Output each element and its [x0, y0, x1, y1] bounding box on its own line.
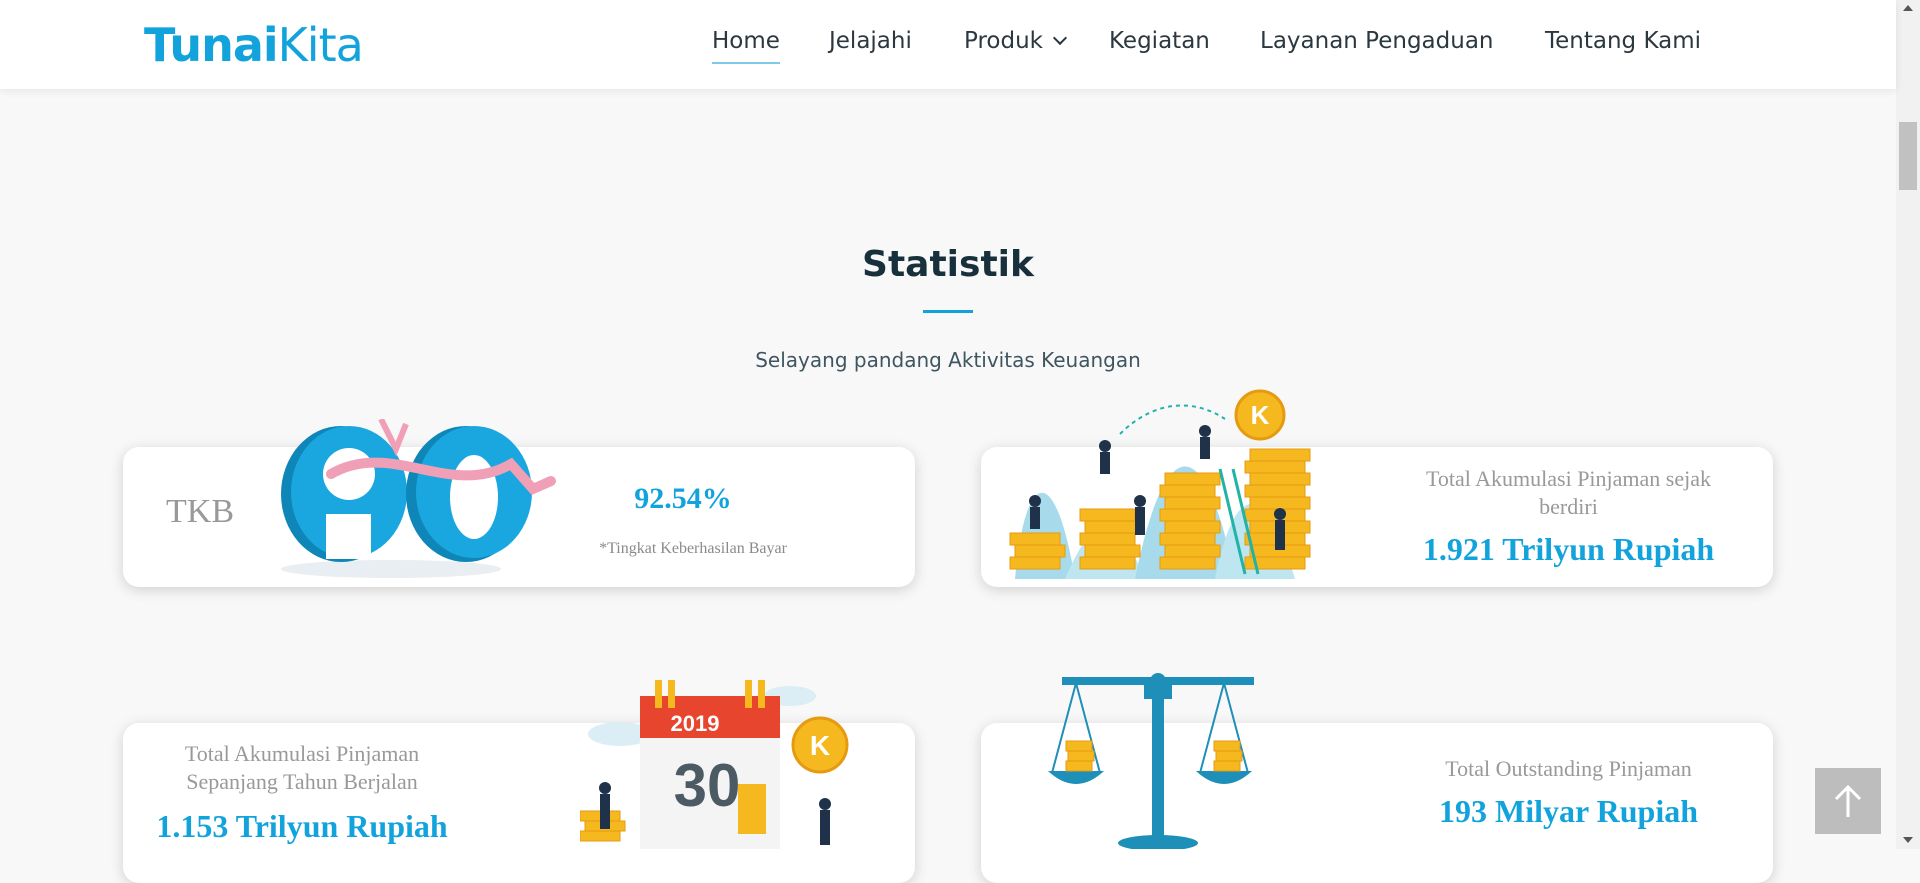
- total-akumulasi-value: 1.921 Trilyun Rupiah: [1422, 531, 1715, 567]
- outstanding-label: Total Outstanding Pinjaman: [1445, 756, 1692, 781]
- total-akumulasi-label: Total Akumulasi Pinjaman sejak berdiri: [1425, 466, 1712, 519]
- nav-kegiatan[interactable]: Kegiatan: [1109, 28, 1210, 54]
- calendar-day: 30: [674, 752, 741, 819]
- arrow-up-icon: [1834, 784, 1862, 817]
- scrollbar-thumb[interactable]: [1899, 122, 1917, 190]
- akumulasi-tahun-value: 1.153 Trilyun Rupiah: [156, 808, 448, 844]
- tkb-note: *Tingkat Keberhasilan Bayar: [599, 540, 787, 557]
- balance-scale-illustration: [1048, 673, 1254, 849]
- coins-stack-illustration: K: [1009, 389, 1311, 579]
- scroll-to-top-button[interactable]: [1815, 768, 1881, 834]
- akumulasi-tahun-label: Total Akumulasi Pinjaman Sepanjang Tahun…: [184, 741, 420, 794]
- main-nav: Home Jelajahi Produk Kegiatan Layanan Pe…: [0, 0, 1896, 89]
- scroll-up-arrow-icon: [1903, 5, 1913, 11]
- nav-produk-label: Produk: [964, 28, 1043, 54]
- total-akumulasi-card: K Total Akumulasi Pinjaman sejak berdiri…: [981, 389, 1773, 587]
- section-title: Statistik: [862, 244, 1034, 285]
- nav-produk[interactable]: Produk: [964, 28, 1068, 54]
- tkb-label: TKB: [166, 493, 234, 530]
- calendar-year: 2019: [671, 711, 720, 736]
- tkb-90-illustration: 90: [281, 419, 556, 578]
- nav-layanan-pengaduan[interactable]: Layanan Pengaduan: [1260, 28, 1494, 54]
- nav-tentang-kami[interactable]: Tentang Kami: [1545, 28, 1701, 54]
- site-header: TunaiKita Home Jelajahi Produk Kegiatan …: [0, 0, 1896, 89]
- calendar-illustration: 2019 30 K: [580, 680, 849, 849]
- scroll-down-button[interactable]: [1896, 831, 1920, 849]
- scroll-up-button[interactable]: [1896, 0, 1920, 18]
- outstanding-value: 193 Milyar Rupiah: [1439, 793, 1698, 829]
- section-title-underline: [923, 310, 973, 313]
- tkb-card: TKB 90 92.54% *Tingkat Keberhasilan Baya…: [123, 419, 915, 587]
- calendar-coin-letter: K: [810, 730, 830, 761]
- coin-letter: K: [1251, 400, 1270, 430]
- tkb-value: 92.54%: [634, 482, 732, 515]
- chevron-down-icon: [1052, 30, 1068, 46]
- scroll-down-arrow-icon: [1903, 837, 1913, 843]
- nav-jelajahi[interactable]: Jelajahi: [829, 28, 912, 54]
- nav-home[interactable]: Home: [712, 28, 780, 64]
- section-subtitle: Selayang pandang Aktivitas Keuangan: [755, 348, 1141, 372]
